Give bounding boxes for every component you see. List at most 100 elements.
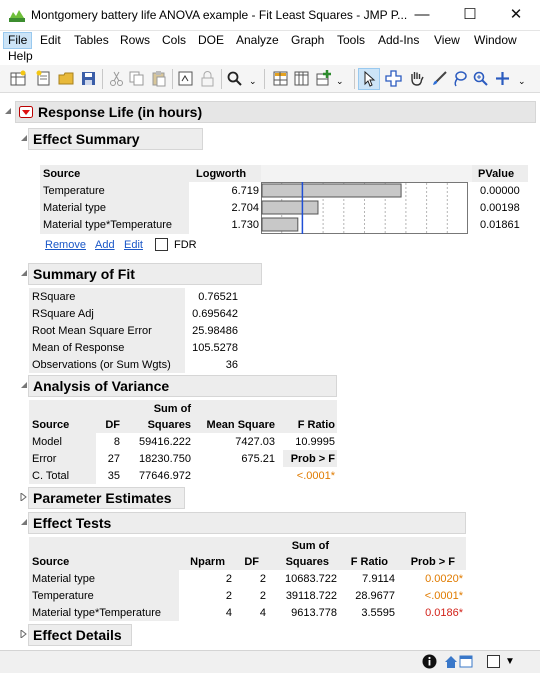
disclosure-open-icon[interactable] xyxy=(20,134,28,142)
effect-tests-header[interactable]: Effect Tests xyxy=(28,512,466,534)
effect-test-p: <.0001* xyxy=(424,590,463,602)
menu-bar: File Edit Tables Rows Cols DOE Analyze G… xyxy=(0,31,540,65)
disclosure-closed-icon[interactable] xyxy=(20,630,28,638)
jmp-app-icon xyxy=(9,10,25,22)
menu-tables[interactable]: Tables xyxy=(70,32,113,49)
menu-file[interactable]: File xyxy=(3,32,33,49)
zoom-icon[interactable] xyxy=(472,70,489,87)
disclosure-open-icon[interactable] xyxy=(20,381,28,389)
toolbar: ⌄ ⌄ ⌄ xyxy=(0,65,540,93)
status-bar: ▼ xyxy=(0,650,540,673)
fit-value: 0.695642 xyxy=(192,308,238,320)
anova-title: Analysis of Variance xyxy=(33,378,170,394)
show-properties-icon[interactable] xyxy=(177,70,194,87)
disclosure-closed-icon[interactable] xyxy=(20,493,28,501)
close-button[interactable]: ✕ xyxy=(493,0,539,30)
data-grid-icon[interactable] xyxy=(272,70,289,87)
title-bar: Montgomery battery life ANOVA example - … xyxy=(0,0,540,31)
effect-tests-col-df: DF xyxy=(244,556,259,568)
info-icon[interactable] xyxy=(422,654,437,669)
menu-view[interactable]: View xyxy=(430,32,464,49)
annotate-icon[interactable] xyxy=(494,70,511,87)
menu-add-ins[interactable]: Add-Ins xyxy=(374,32,423,49)
effect-test-f: 3.5595 xyxy=(361,607,395,619)
fit-label: Mean of Response xyxy=(32,342,125,354)
hand-tool-icon[interactable] xyxy=(408,70,425,87)
anova-df: 35 xyxy=(107,470,120,482)
menu-help[interactable]: Help xyxy=(4,48,37,65)
minimize-button[interactable]: — xyxy=(399,0,445,30)
fit-label: Observations (or Sum Wgts) xyxy=(32,359,171,371)
anova-col-df: DF xyxy=(105,419,120,431)
anova-ss: 59416.222 xyxy=(139,436,191,448)
menu-analyze[interactable]: Analyze xyxy=(232,32,283,49)
effect-tests-col-ss: Squares xyxy=(285,556,329,568)
effect-test-nparm: 2 xyxy=(225,573,232,585)
save-icon[interactable] xyxy=(80,70,97,87)
menu-tools[interactable]: Tools xyxy=(333,32,369,49)
new-data-table-icon[interactable] xyxy=(10,70,27,87)
new-script-icon[interactable] xyxy=(35,70,52,87)
response-outline-header[interactable]: Response Life (in hours) xyxy=(15,101,536,123)
effect-pvalue: 0.00198 xyxy=(480,202,520,214)
red-triangle-menu-icon[interactable] xyxy=(19,106,33,118)
fit-label: RSquare xyxy=(32,291,76,303)
disclosure-open-icon[interactable] xyxy=(20,269,28,277)
summary-of-fit-header[interactable]: Summary of Fit xyxy=(28,263,262,285)
cut-icon[interactable] xyxy=(108,70,125,87)
chevron-down-icon[interactable]: ⌄ xyxy=(336,73,344,89)
anova-prob-value: <.0001* xyxy=(296,470,335,482)
columns-icon[interactable] xyxy=(293,70,310,87)
effect-source: Temperature xyxy=(43,185,105,197)
chevron-down-icon[interactable]: ⌄ xyxy=(518,73,526,89)
analysis-of-variance-header[interactable]: Analysis of Variance xyxy=(28,375,337,397)
remove-link[interactable]: Remove xyxy=(45,237,86,253)
effect-tests-col-p: Prob > F xyxy=(410,556,455,568)
arrow-tool-icon[interactable] xyxy=(361,70,378,87)
disclosure-open-icon[interactable] xyxy=(4,107,12,115)
brush-icon[interactable] xyxy=(431,70,448,87)
menu-window[interactable]: Window xyxy=(470,32,521,49)
anova-ms: 7427.03 xyxy=(235,436,275,448)
col-header-pvalue: PValue xyxy=(478,168,515,180)
effect-test-p: 0.0020* xyxy=(425,573,463,585)
add-rows-icon[interactable] xyxy=(315,70,332,87)
toolbar-separator xyxy=(172,69,173,89)
window-title: Montgomery battery life ANOVA example - … xyxy=(31,8,408,22)
parameter-estimates-header[interactable]: Parameter Estimates xyxy=(28,487,185,509)
menu-cols[interactable]: Cols xyxy=(158,32,190,49)
effect-summary-header[interactable]: Effect Summary xyxy=(28,128,203,150)
menu-edit[interactable]: Edit xyxy=(36,32,65,49)
anova-source: C. Total xyxy=(32,470,70,482)
home-window-list-icon[interactable] xyxy=(444,654,474,669)
anova-df: 8 xyxy=(113,436,120,448)
window-select-checkbox[interactable] xyxy=(487,655,500,668)
crosshair-icon[interactable] xyxy=(385,70,402,87)
menu-graph[interactable]: Graph xyxy=(287,32,328,49)
toolbar-separator xyxy=(264,69,265,89)
anova-df: 27 xyxy=(107,453,120,465)
menu-doe[interactable]: DOE xyxy=(194,32,228,49)
effect-test-df: 4 xyxy=(259,607,266,619)
fit-value: 0.76521 xyxy=(198,291,238,303)
lasso-icon[interactable] xyxy=(451,70,468,87)
paste-icon[interactable] xyxy=(150,70,167,87)
search-icon[interactable] xyxy=(226,70,243,87)
chevron-down-icon[interactable]: ⌄ xyxy=(249,73,257,89)
effect-logworth: 1.730 xyxy=(231,219,259,231)
edit-link[interactable]: Edit xyxy=(124,237,143,253)
open-icon[interactable] xyxy=(58,70,75,87)
effect-details-header[interactable]: Effect Details xyxy=(28,624,132,646)
disclosure-open-icon[interactable] xyxy=(20,518,28,526)
add-link[interactable]: Add xyxy=(95,237,115,253)
effect-test-source: Temperature xyxy=(32,590,94,602)
fdr-label: FDR xyxy=(174,239,197,251)
copy-icon[interactable] xyxy=(128,70,145,87)
anova-f-ratio: 10.9995 xyxy=(295,436,335,448)
fit-label: Root Mean Square Error xyxy=(32,325,152,337)
lock-icon[interactable] xyxy=(199,70,216,87)
fdr-checkbox[interactable] xyxy=(155,238,168,251)
maximize-button[interactable]: ☐ xyxy=(447,0,493,30)
menu-rows[interactable]: Rows xyxy=(116,32,154,49)
dropdown-arrow-icon[interactable]: ▼ xyxy=(505,654,515,670)
